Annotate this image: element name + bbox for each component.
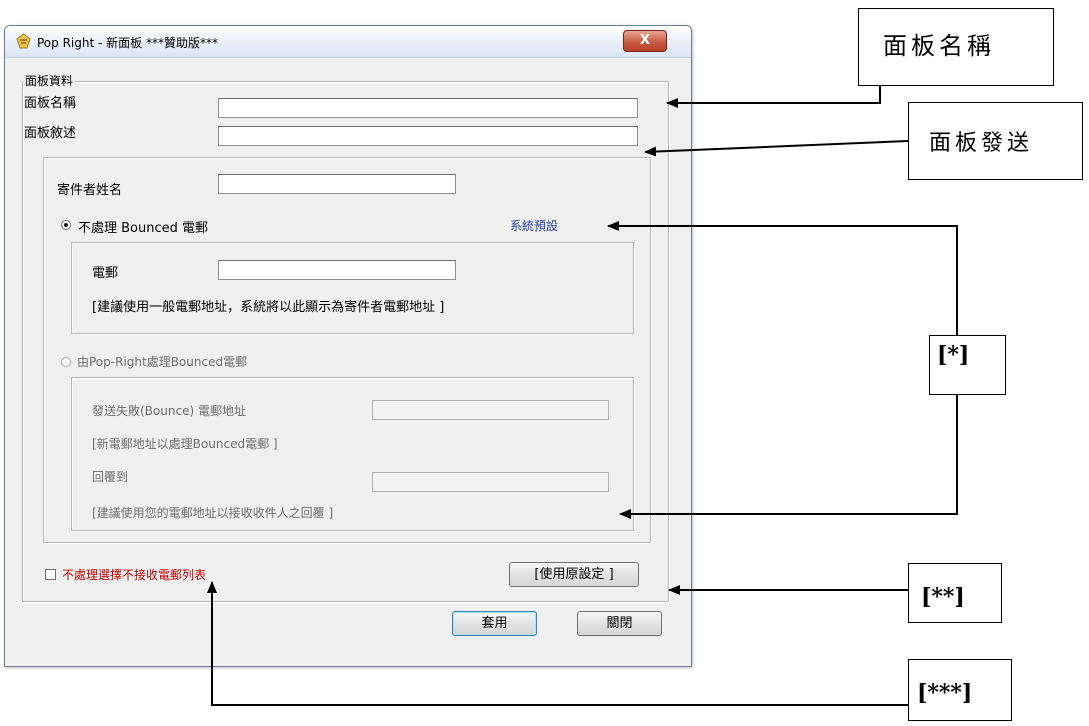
annotation-panel-send: 面板發送 bbox=[929, 131, 1034, 156]
annotation-single-box: [*] bbox=[929, 335, 1006, 395]
arrow-panel-name bbox=[666, 86, 881, 108]
annotation-triple: [***] bbox=[917, 680, 973, 706]
arrow-panel-send bbox=[644, 140, 909, 157]
annotation-triple-box: [***] bbox=[908, 659, 1012, 721]
arrow-single-top bbox=[607, 221, 958, 335]
annotation-double: [**] bbox=[921, 584, 965, 610]
annotation-panel-name-box: 面板名稱 bbox=[858, 8, 1054, 86]
arrow-triple bbox=[207, 581, 908, 706]
annotation-panel-name: 面板名稱 bbox=[883, 32, 995, 60]
annotation-panel-send-box: 面板發送 bbox=[908, 102, 1083, 180]
arrow-single-bottom bbox=[619, 395, 958, 519]
annotation-single: [*] bbox=[937, 342, 970, 368]
annotation-double-box: [**] bbox=[908, 563, 1002, 623]
